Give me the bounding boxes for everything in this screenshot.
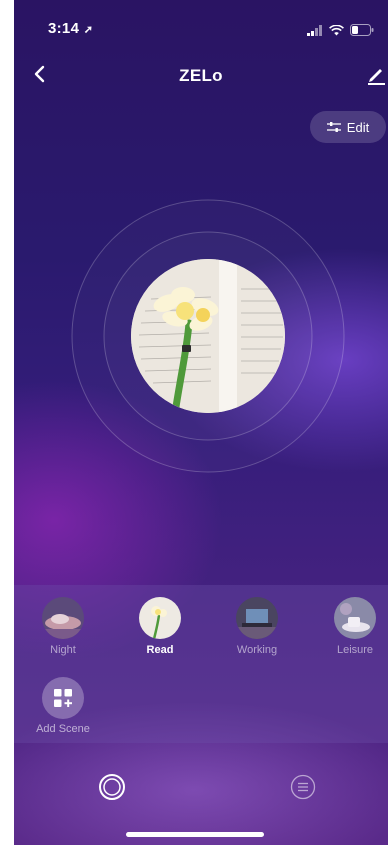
menu-list-tab-icon[interactable] [290, 774, 316, 800]
status-icons [307, 24, 374, 36]
wifi-icon [329, 24, 344, 35]
add-scene-icon-circle [42, 677, 84, 719]
add-scene-label: Add Scene [36, 723, 90, 735]
scene-ring-tab-icon[interactable] [98, 773, 126, 801]
scene-item-night[interactable]: Night [28, 597, 98, 656]
scene-label-working: Working [236, 644, 278, 656]
header: ZELo [14, 58, 388, 92]
scene-item-working[interactable]: Working [222, 597, 292, 656]
status-bar: 3:14 ➚ [14, 20, 388, 44]
bottom-tab-bar [14, 743, 388, 845]
add-grid-icon [54, 689, 72, 707]
sliders-icon [326, 122, 341, 132]
status-time: 3:14 ➚ [48, 20, 93, 37]
scene-item-read[interactable]: Read [125, 597, 195, 656]
scene-label-read: Read [146, 644, 174, 656]
leisure-scene-thumbnail [334, 597, 376, 639]
battery-icon [350, 24, 374, 36]
edit-button-label: Edit [346, 119, 370, 135]
signal-icon [307, 24, 322, 36]
pencil-icon[interactable] [364, 62, 388, 86]
working-scene-thumbnail [236, 597, 278, 639]
location-arrow-icon: ➚ [83, 24, 94, 36]
page-title: ZELo [179, 66, 223, 85]
scene-label-leisure: Leisure [336, 644, 374, 656]
home-indicator[interactable] [126, 832, 264, 837]
scene-item-leisure[interactable]: Leisure [320, 597, 388, 656]
scene-panel: Night Read Working Leisure Add Scene [14, 585, 388, 743]
flower-on-book-image [131, 259, 285, 413]
edit-button[interactable]: Edit [310, 111, 386, 143]
app-screen: 3:14 ➚ ZELo Edit Night Read Working Leis… [14, 0, 388, 845]
scene-label-night: Night [50, 644, 76, 656]
night-scene-thumbnail [42, 597, 84, 639]
add-scene-button[interactable]: Add Scene [28, 677, 98, 735]
current-scene-image[interactable] [131, 259, 285, 413]
status-time-text: 3:14 [48, 20, 80, 37]
read-scene-thumbnail [139, 597, 181, 639]
